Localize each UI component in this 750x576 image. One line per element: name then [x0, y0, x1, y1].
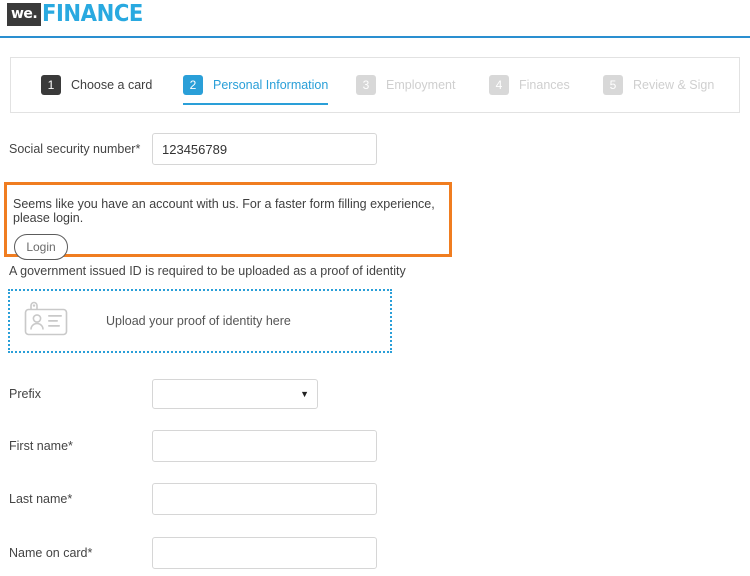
social-security-number-label: Social security number*	[9, 142, 141, 156]
proof-of-identity-dropzone[interactable]: Upload your proof of identity here	[8, 289, 392, 353]
active-step-underline	[183, 103, 329, 105]
step-number-badge: 5	[603, 75, 623, 95]
step-number-badge: 4	[489, 75, 509, 95]
name-on-card-input[interactable]	[152, 537, 377, 569]
proof-of-identity-dropzone-label: Upload your proof of identity here	[106, 314, 291, 328]
step-label: Employment	[386, 78, 456, 92]
step-label: Choose a card	[71, 78, 153, 92]
upload-help-text: A government issued ID is required to be…	[9, 264, 406, 278]
social-security-number-row: Social security number*	[0, 133, 750, 165]
last-name-label: Last name*	[9, 492, 73, 506]
login-button[interactable]: Login	[14, 234, 68, 260]
step-label: Finances	[519, 78, 570, 92]
prefix-select[interactable]: ▼	[152, 379, 318, 409]
step-review-and-sign[interactable]: 5 Review & Sign	[603, 58, 714, 112]
id-card-icon	[24, 301, 68, 342]
step-personal-information[interactable]: 2 Personal Information	[183, 58, 329, 112]
step-number-badge: 3	[356, 75, 376, 95]
existing-account-alert-message: Seems like you have an account with us. …	[13, 197, 435, 225]
prefix-row: Prefix ▼	[0, 379, 750, 409]
step-label: Review & Sign	[633, 78, 715, 92]
chevron-down-icon: ▼	[300, 389, 309, 399]
step-finances[interactable]: 4 Finances	[489, 58, 570, 112]
page-header: we. FINANCE	[0, 0, 750, 38]
brand-logo-word: FINANCE	[42, 1, 144, 27]
last-name-input[interactable]	[152, 483, 377, 515]
first-name-label: First name*	[9, 439, 73, 453]
first-name-input[interactable]	[152, 430, 377, 462]
step-number-badge: 2	[183, 75, 203, 95]
first-name-row: First name*	[0, 430, 750, 462]
brand-logo[interactable]: we. FINANCE	[7, 3, 152, 26]
step-employment[interactable]: 3 Employment	[356, 58, 455, 112]
existing-account-alert: Seems like you have an account with us. …	[4, 182, 452, 260]
name-on-card-label: Name on card*	[9, 546, 93, 560]
name-on-card-row: Name on card*	[0, 537, 750, 569]
progress-stepper: 1 Choose a card 2 Personal Information 3…	[10, 57, 740, 113]
prefix-label: Prefix	[9, 387, 41, 401]
last-name-row: Last name*	[0, 483, 750, 515]
social-security-number-input[interactable]	[152, 133, 377, 165]
step-number-badge: 1	[41, 75, 61, 95]
step-choose-a-card[interactable]: 1 Choose a card	[41, 58, 152, 112]
brand-logo-badge: we.	[7, 3, 42, 26]
step-label: Personal Information	[213, 78, 329, 92]
